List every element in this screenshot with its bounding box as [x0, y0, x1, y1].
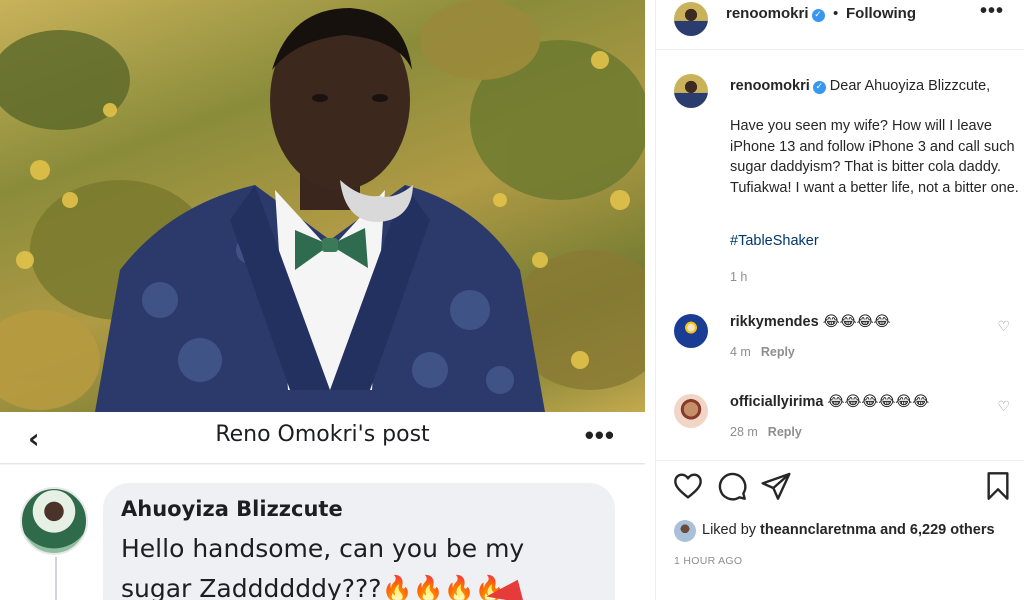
comment-text: 😂😂😂😂	[822, 314, 891, 330]
post-header: renoomokri ✓ • Following •••	[656, 0, 1024, 50]
fb-comment-text: Hello handsome, can you be my sugar Zadd…	[121, 534, 525, 600]
author-username-text: renoomokri	[726, 5, 809, 22]
fb-comment-section: Ahuoyiza Blizzcute Hello handsome, can y…	[0, 465, 645, 600]
caption-greeting: Dear Ahuoyiza Blizzcute,	[829, 78, 991, 94]
fb-comment-bubble: Ahuoyiza Blizzcute Hello handsome, can y…	[103, 483, 615, 600]
comment-meta: 4 m Reply	[730, 345, 795, 359]
following-button[interactable]: Following	[846, 5, 916, 22]
separator-dot: •	[833, 5, 839, 22]
post-photo	[0, 0, 645, 412]
author-avatar[interactable]	[674, 2, 708, 36]
post-timestamp: 1 HOUR AGO	[674, 555, 743, 567]
comment-time: 4 m	[730, 345, 751, 359]
comment-item: rikkymendes 😂😂😂😂 4 m Reply ♡	[656, 310, 1024, 370]
bookmark-icon[interactable]	[982, 470, 1014, 502]
liked-by-prefix: Liked by	[702, 522, 757, 538]
comment-icon[interactable]	[716, 470, 748, 502]
liker-avatar[interactable]	[674, 520, 696, 542]
comment-text: 😂😂😂😂😂😂	[827, 394, 930, 410]
man-portrait-illustration	[0, 0, 645, 412]
comment-content: rikkymendes 😂😂😂😂	[730, 314, 890, 330]
fb-commenter-name: Ahuoyiza Blizzcute	[121, 497, 343, 521]
fb-post-header: ‹ Reno Omokri's post •••	[0, 412, 645, 464]
comment-time: 28 m	[730, 425, 758, 439]
commenter-username[interactable]: rikkymendes	[730, 314, 819, 330]
send-icon[interactable]	[760, 470, 792, 502]
fb-thread-line	[55, 557, 57, 600]
heart-icon[interactable]: ♡	[997, 398, 1010, 415]
verified-badge-icon: ✓	[812, 81, 826, 94]
reply-button[interactable]: Reply	[761, 345, 795, 359]
likes-summary[interactable]: Liked by theannclaretnma and 6,229 other…	[702, 522, 995, 538]
verified-badge-icon: ✓	[811, 9, 825, 22]
fb-commenter-avatar	[20, 487, 88, 555]
commenter-avatar[interactable]	[674, 394, 708, 428]
comment-item: officiallyirima 😂😂😂😂😂😂 28 m Reply ♡	[656, 390, 1024, 450]
caption-author-avatar[interactable]	[674, 74, 708, 108]
heart-icon[interactable]	[672, 470, 704, 502]
actions-divider	[656, 460, 1024, 461]
comment-content: officiallyirima 😂😂😂😂😂😂	[730, 394, 929, 410]
caption-first-line: renoomokri ✓ Dear Ahuoyiza Blizzcute,	[730, 76, 1016, 96]
post-side-panel: renoomokri ✓ • Following ••• renoomokri ✓ …	[656, 0, 1024, 600]
likes-count[interactable]: and 6,229 others	[880, 522, 994, 538]
liker-username[interactable]: theannclaretnma	[760, 522, 876, 538]
more-options-icon[interactable]: •••	[980, 0, 1004, 23]
caption-hashtag[interactable]: #TableShaker	[730, 233, 819, 249]
fb-post-title: Reno Omokri's post	[215, 422, 430, 447]
comment-meta: 28 m Reply	[730, 425, 802, 439]
post-media[interactable]: ‹ Reno Omokri's post ••• Ahuoyiza Blizzc…	[0, 0, 645, 600]
author-username[interactable]: renoomokri ✓	[726, 5, 825, 22]
caption-body: Have you seen my wife? How will I leave …	[730, 118, 1019, 196]
commenter-avatar[interactable]	[674, 314, 708, 348]
caption-username[interactable]: renoomokri	[730, 78, 810, 94]
caption-timestamp: 1 h	[730, 270, 748, 284]
fb-more-icon: •••	[584, 420, 615, 450]
commenter-username[interactable]: officiallyirima	[730, 394, 823, 410]
reply-button[interactable]: Reply	[768, 425, 802, 439]
heart-icon[interactable]: ♡	[997, 318, 1010, 335]
